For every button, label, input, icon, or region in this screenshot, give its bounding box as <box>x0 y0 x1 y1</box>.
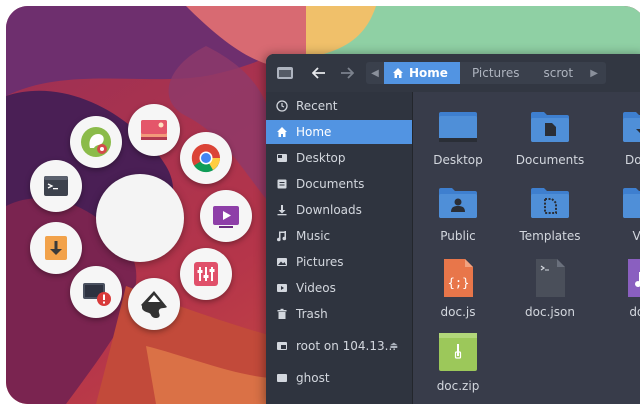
file-name: doc.zip <box>436 379 480 393</box>
launcher-hub[interactable] <box>96 174 184 262</box>
breadcrumb-left-arrow-icon[interactable]: ◀ <box>366 62 384 84</box>
file-name: Templates <box>519 229 581 243</box>
breadcrumb-label: scrot <box>543 66 574 80</box>
file-grid: Desktop Documents Down <box>413 92 640 404</box>
folder-templates-icon <box>531 188 569 218</box>
file-item[interactable]: doc.json <box>505 256 595 319</box>
sidebar-item-music[interactable]: Music <box>266 224 412 248</box>
file-item[interactable]: {;} doc.js <box>413 256 503 319</box>
forward-icon[interactable] <box>336 63 358 83</box>
file-item[interactable]: Public <box>413 180 503 243</box>
file-manager-window: ◀ Home Pictures scrot ▶ Recent Home Desk… <box>266 54 640 404</box>
sidebar-item-documents[interactable]: Documents <box>266 172 412 196</box>
pictures-icon <box>275 255 289 269</box>
file-item[interactable]: doc. <box>597 256 640 319</box>
eject-icon[interactable]: ⏏ <box>389 341 398 351</box>
toolbar: ◀ Home Pictures scrot ▶ <box>266 54 640 93</box>
file-name: doc.json <box>525 305 575 319</box>
sidebar-item-label: Pictures <box>296 255 344 269</box>
file-item[interactable]: doc.zip <box>413 330 503 393</box>
json-file-icon <box>536 259 565 297</box>
file-item[interactable]: Down <box>597 104 640 167</box>
file-name: Public <box>440 229 476 243</box>
videos-icon <box>275 281 289 295</box>
sidebar-item-label: Home <box>296 125 332 139</box>
sidebar-item-recent[interactable]: Recent <box>266 94 412 118</box>
file-name: doc.js <box>440 305 476 319</box>
image-viewer-icon[interactable] <box>128 104 180 156</box>
sidebar-item-network-drive[interactable]: root on 104.13... ⏏ <box>266 334 412 358</box>
file-item[interactable]: Documents <box>505 104 595 167</box>
radial-app-launcher <box>0 0 300 404</box>
system-monitor-error-icon[interactable] <box>70 266 122 318</box>
sidebar-item-ghost[interactable]: ghost <box>266 366 412 390</box>
sidebar-item-pictures[interactable]: Pictures <box>266 250 412 274</box>
desktop-icon <box>275 151 289 165</box>
sidebar-item-label: ghost <box>296 371 330 385</box>
folder-downloads-icon <box>623 112 640 142</box>
breadcrumb-pictures[interactable]: Pictures <box>460 62 532 84</box>
sidebar-item-label: Desktop <box>296 151 346 165</box>
downloads-icon <box>275 203 289 217</box>
desktop: ◀ Home Pictures scrot ▶ Recent Home Desk… <box>0 0 640 404</box>
terminal-icon[interactable] <box>30 160 82 212</box>
back-icon[interactable] <box>308 63 330 83</box>
sidebar-item-trash[interactable]: Trash <box>266 302 412 326</box>
window-menu-icon[interactable] <box>274 63 296 83</box>
sidebar-item-label: Videos <box>296 281 336 295</box>
file-name: Desktop <box>433 153 483 167</box>
breadcrumb: ◀ Home Pictures scrot ▶ <box>366 62 606 84</box>
inkscape-icon[interactable] <box>128 278 180 330</box>
music-file-icon <box>628 259 640 297</box>
sidebar-item-downloads[interactable]: Downloads <box>266 198 412 222</box>
sidebar-item-label: Trash <box>296 307 328 321</box>
download-manager-icon[interactable] <box>30 222 82 274</box>
music-icon <box>275 229 289 243</box>
sidebar-item-desktop[interactable]: Desktop <box>266 146 412 170</box>
sidebar-item-label: Music <box>296 229 331 243</box>
folder-public-icon <box>439 188 477 218</box>
breadcrumb-label: Home <box>409 66 448 80</box>
gnome-tweaks-icon[interactable] <box>70 116 122 168</box>
drive-icon <box>275 371 289 385</box>
places-sidebar: Recent Home Desktop Documents Downloads … <box>266 92 413 404</box>
file-name: Down <box>624 153 640 167</box>
breadcrumb-scrot[interactable]: scrot <box>531 62 585 84</box>
trash-icon <box>275 307 289 321</box>
file-item[interactable]: Vid <box>597 180 640 243</box>
documents-icon <box>275 177 289 191</box>
javascript-file-icon: {;} <box>444 259 473 297</box>
sidebar-item-label: Recent <box>296 99 338 113</box>
file-item[interactable]: Templates <box>505 180 595 243</box>
home-icon <box>393 68 403 78</box>
svg-text:{;}: {;} <box>448 276 470 290</box>
file-name: Documents <box>515 153 585 167</box>
folder-videos-icon <box>623 188 640 218</box>
home-icon <box>275 125 289 139</box>
breadcrumb-right-arrow-icon[interactable]: ▶ <box>585 62 603 84</box>
folder-desktop-icon <box>439 112 477 142</box>
sidebar-item-label: Documents <box>296 177 365 191</box>
zip-file-icon <box>439 333 477 371</box>
folder-documents-icon <box>531 112 569 142</box>
sidebar-item-label: root on 104.13... <box>296 339 397 353</box>
mixer-icon[interactable] <box>180 248 232 300</box>
screen-recorder-icon[interactable] <box>200 190 252 242</box>
sidebar-item-label: Downloads <box>296 203 362 217</box>
chrome-icon[interactable] <box>180 132 232 184</box>
network-drive-icon <box>275 339 289 353</box>
breadcrumb-home[interactable]: Home <box>384 62 460 84</box>
breadcrumb-label: Pictures <box>471 66 520 80</box>
file-name: Vid <box>632 229 640 243</box>
file-item[interactable]: Desktop <box>413 104 503 167</box>
file-name: doc. <box>629 305 640 319</box>
sidebar-item-home[interactable]: Home <box>266 120 412 144</box>
clock-icon <box>275 99 289 113</box>
sidebar-item-videos[interactable]: Videos <box>266 276 412 300</box>
